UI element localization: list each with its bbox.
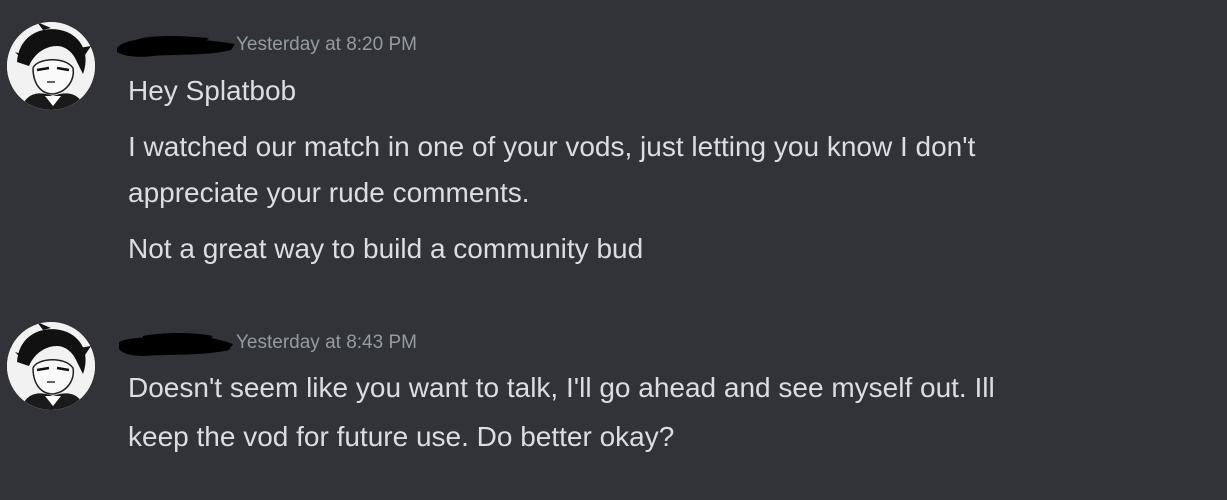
avatar-image (7, 322, 95, 410)
redacted-username (117, 36, 235, 57)
message-header: Yesterday at 8:20 PM (113, 32, 713, 60)
redacted-username (119, 333, 233, 356)
user-avatar[interactable] (7, 22, 95, 110)
message-text: Doesn't seem like you want to talk, I'll… (128, 372, 995, 403)
message-timestamp: Yesterday at 8:20 PM (236, 34, 417, 55)
user-avatar[interactable] (7, 322, 95, 410)
message-text: I watched our match in one of your vods,… (128, 131, 976, 162)
message-text: appreciate your rude comments. (128, 177, 530, 208)
avatar-image (7, 22, 95, 110)
message-timestamp: Yesterday at 8:43 PM (236, 332, 417, 353)
message-header: Yesterday at 8:43 PM (113, 330, 713, 358)
message-text: keep the vod for future use. Do better o… (128, 421, 675, 452)
message-text: Hey Splatbob (128, 75, 297, 106)
message-text: Not a great way to build a community bud (128, 233, 644, 264)
